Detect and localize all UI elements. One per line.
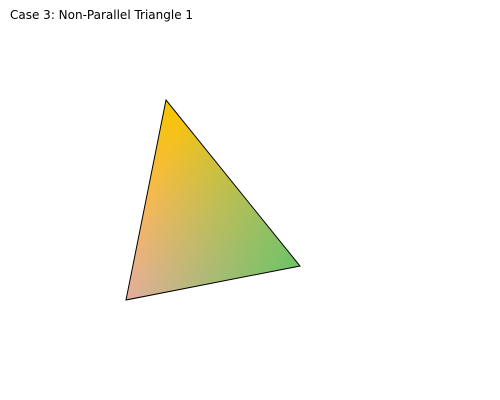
triangle-fill-overlay (126, 100, 300, 300)
triangle-scene (125, 98, 301, 301)
render-canvas: Case 3: Non-Parallel Triangle 1 (0, 0, 500, 400)
